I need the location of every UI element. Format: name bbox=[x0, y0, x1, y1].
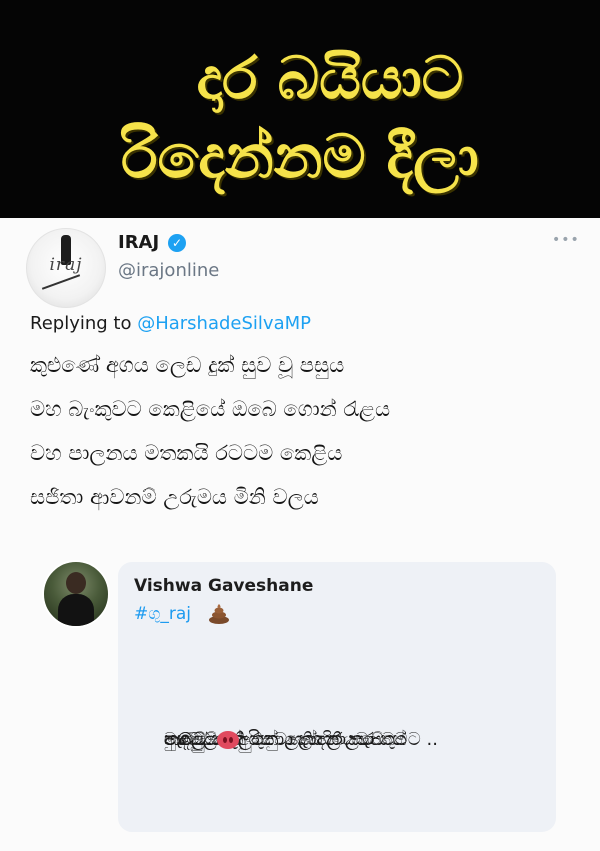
reply-line-with-emoji: තදට.. bbox=[164, 726, 239, 757]
reply-avatar-head bbox=[66, 572, 86, 594]
replying-to-label: Replying to bbox=[30, 313, 138, 334]
tweet-line: මහ බැංකුවට කෙළියේ ඔබෙ ගොන් රැළය bbox=[30, 397, 391, 421]
pig-nose-emoji-icon bbox=[217, 731, 239, 749]
poop-emoji-icon bbox=[209, 604, 229, 624]
tweet-line: කුළුණේ අගය ලෙඩ දුක් සුව වූ පසුය bbox=[30, 353, 345, 377]
reply-author-avatar[interactable] bbox=[42, 560, 110, 628]
reply-author-name[interactable]: Vishwa Gaveshane bbox=[134, 576, 313, 596]
reply-comment-card: Vishwa Gaveshane #ගු_raj ආවේ නැති එකා ගැ… bbox=[118, 562, 556, 832]
reply-avatar-body bbox=[58, 594, 94, 626]
reply-hashtag-link[interactable]: #ගු_raj bbox=[134, 604, 191, 624]
tweet-card: iraj IRAJ ✓ @irajonline ••• Replying to … bbox=[0, 218, 600, 851]
avatar-stroke bbox=[41, 274, 81, 290]
reply-line-last: තදට.. bbox=[164, 729, 211, 750]
banner-title-line-1: දාර බයියාට bbox=[196, 44, 464, 112]
verified-icon: ✓ bbox=[168, 234, 186, 252]
author-avatar[interactable]: iraj bbox=[26, 228, 106, 308]
banner-title-line-2: රිදෙන්නම දීලා bbox=[121, 122, 479, 192]
tweet-line: වහ පාලනය මතකයි රටටම කෙළිය bbox=[30, 441, 343, 465]
replying-to-line: Replying to @HarshadeSilvaMP bbox=[30, 310, 311, 341]
avatar-logo-text: iraj bbox=[49, 255, 83, 275]
tweet-line: සජිතා ආවනම් උරුමය මිනි වලය bbox=[30, 485, 319, 509]
author-name[interactable]: IRAJ bbox=[118, 232, 159, 253]
tweet-text: කුළුණේ අගය ලෙඩ දුක් සුව වූ පසුය මහ බැංකු… bbox=[30, 350, 570, 526]
author-handle[interactable]: @irajonline bbox=[118, 260, 219, 281]
replying-to-handle-link[interactable]: @HarshadeSilvaMP bbox=[137, 313, 311, 334]
more-options-icon[interactable]: ••• bbox=[552, 232, 580, 248]
title-banner: දාර බයියාට රිදෙන්නම දීලා bbox=[0, 0, 600, 218]
